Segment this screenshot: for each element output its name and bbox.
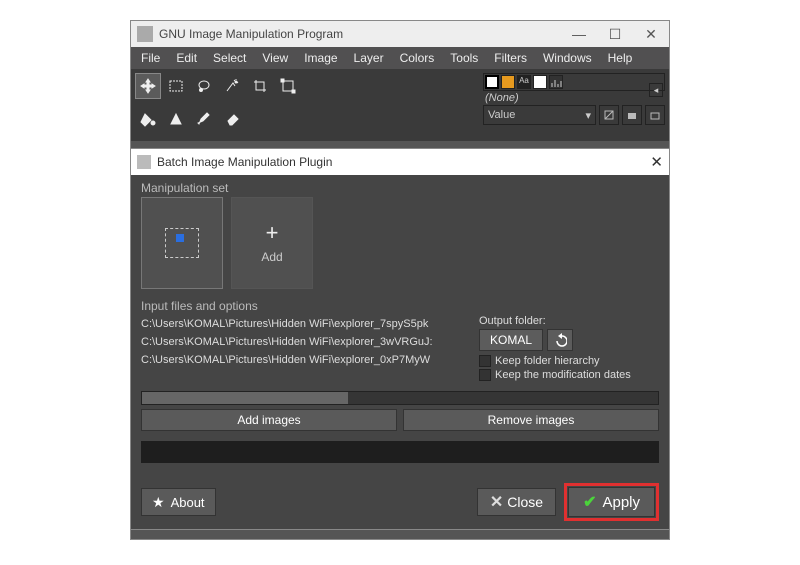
- x-icon: ✕: [490, 492, 503, 512]
- manipulation-tile-crop[interactable]: [141, 197, 223, 289]
- keep-dates-label: Keep the modification dates: [495, 369, 631, 381]
- close-button[interactable]: ✕ Close: [477, 488, 556, 516]
- status-none: (None): [483, 91, 665, 105]
- menu-select[interactable]: Select: [207, 49, 252, 67]
- menu-windows[interactable]: Windows: [537, 49, 598, 67]
- crop-icon: [165, 228, 199, 258]
- apply-button[interactable]: ✔ Apply: [568, 487, 655, 517]
- reset-folder-button[interactable]: [547, 329, 573, 351]
- gradient-tool-icon[interactable]: [163, 106, 189, 132]
- panel-btn3-icon[interactable]: [645, 105, 665, 125]
- menu-file[interactable]: File: [135, 49, 166, 67]
- keep-hierarchy-row[interactable]: Keep folder hierarchy: [479, 355, 659, 367]
- maximize-button[interactable]: ☐: [597, 21, 633, 47]
- swatch-white-icon[interactable]: [533, 75, 547, 89]
- transform-tool-icon[interactable]: [275, 73, 301, 99]
- output-folder-label: Output folder:: [479, 315, 659, 327]
- menu-image[interactable]: Image: [298, 49, 343, 67]
- channel-combo[interactable]: Value▾: [483, 105, 596, 125]
- progress-bar: [141, 391, 659, 405]
- panel-collapse-icon[interactable]: ◂: [649, 83, 663, 97]
- about-button[interactable]: ★ About: [141, 488, 216, 516]
- list-item[interactable]: C:\Users\KOMAL\Pictures\Hidden WiFi\expl…: [141, 315, 471, 333]
- dialog-button-bar: ★ About ✕ Close ✔ Apply: [131, 483, 669, 521]
- dialog-titlebar: Batch Image Manipulation Plugin ✕: [131, 149, 669, 175]
- eraser-tool-icon[interactable]: [219, 106, 245, 132]
- swatch-row: Aa: [483, 73, 665, 91]
- minimize-button[interactable]: —: [561, 21, 597, 47]
- right-panel: Aa (None) Value▾: [483, 73, 665, 137]
- menu-colors[interactable]: Colors: [394, 49, 441, 67]
- lasso-tool-icon[interactable]: [191, 73, 217, 99]
- toolbox: [135, 73, 305, 137]
- dialog-body: Manipulation set + Add Input files and o…: [131, 175, 669, 469]
- dialog-title: Batch Image Manipulation Plugin: [157, 155, 332, 169]
- dock-area: Aa (None) Value▾: [131, 69, 669, 141]
- menubar: File Edit Select View Image Layer Colors…: [131, 47, 669, 69]
- window-title: GNU Image Manipulation Program: [159, 27, 343, 41]
- panel-btn1-icon[interactable]: [599, 105, 619, 125]
- keep-dates-row[interactable]: Keep the modification dates: [479, 369, 659, 381]
- star-icon: ★: [152, 494, 165, 511]
- batch-dialog: Batch Image Manipulation Plugin ✕ Manipu…: [130, 148, 670, 530]
- manipulation-set-label: Manipulation set: [141, 181, 659, 195]
- gimp-logo-icon: [137, 26, 153, 42]
- checkbox-icon[interactable]: [479, 369, 491, 381]
- add-images-button[interactable]: Add images: [141, 409, 397, 431]
- remove-images-button[interactable]: Remove images: [403, 409, 659, 431]
- list-item[interactable]: C:\Users\KOMAL\Pictures\Hidden WiFi\expl…: [141, 333, 471, 351]
- menu-filters[interactable]: Filters: [488, 49, 533, 67]
- manipulation-tile-add[interactable]: + Add: [231, 197, 313, 289]
- dialog-close-button[interactable]: ✕: [650, 153, 663, 171]
- fuzzy-select-tool-icon[interactable]: [219, 73, 245, 99]
- dialog-icon: [137, 155, 151, 169]
- move-tool-icon[interactable]: [135, 73, 161, 99]
- input-files-label: Input files and options: [141, 299, 659, 313]
- text-tool-icon[interactable]: Aa: [517, 75, 531, 89]
- histogram-icon[interactable]: [549, 75, 563, 89]
- divider-bar: [141, 441, 659, 463]
- file-list[interactable]: C:\Users\KOMAL\Pictures\Hidden WiFi\expl…: [141, 315, 471, 383]
- check-icon: ✔: [583, 492, 596, 512]
- bucket-tool-icon[interactable]: [135, 106, 161, 132]
- checkbox-icon[interactable]: [479, 355, 491, 367]
- menu-view[interactable]: View: [256, 49, 294, 67]
- crop-tool-icon[interactable]: [247, 73, 273, 99]
- menu-layer[interactable]: Layer: [348, 49, 390, 67]
- panel-btn2-icon[interactable]: [622, 105, 642, 125]
- swatch-orange-icon[interactable]: [501, 75, 515, 89]
- brush-tool-icon[interactable]: [191, 106, 217, 132]
- output-folder-button[interactable]: KOMAL: [479, 329, 543, 351]
- keep-hierarchy-label: Keep folder hierarchy: [495, 355, 600, 367]
- plus-icon: +: [266, 222, 279, 244]
- swatch-active-icon[interactable]: [485, 75, 499, 89]
- apply-highlight: ✔ Apply: [564, 483, 659, 521]
- add-tile-label: Add: [261, 250, 282, 264]
- titlebar: GNU Image Manipulation Program — ☐ ✕: [131, 21, 669, 47]
- close-button[interactable]: ✕: [633, 21, 669, 47]
- menu-edit[interactable]: Edit: [170, 49, 203, 67]
- menu-help[interactable]: Help: [602, 49, 639, 67]
- rect-select-tool-icon[interactable]: [163, 73, 189, 99]
- menu-tools[interactable]: Tools: [444, 49, 484, 67]
- list-item[interactable]: C:\Users\KOMAL\Pictures\Hidden WiFi\expl…: [141, 351, 471, 369]
